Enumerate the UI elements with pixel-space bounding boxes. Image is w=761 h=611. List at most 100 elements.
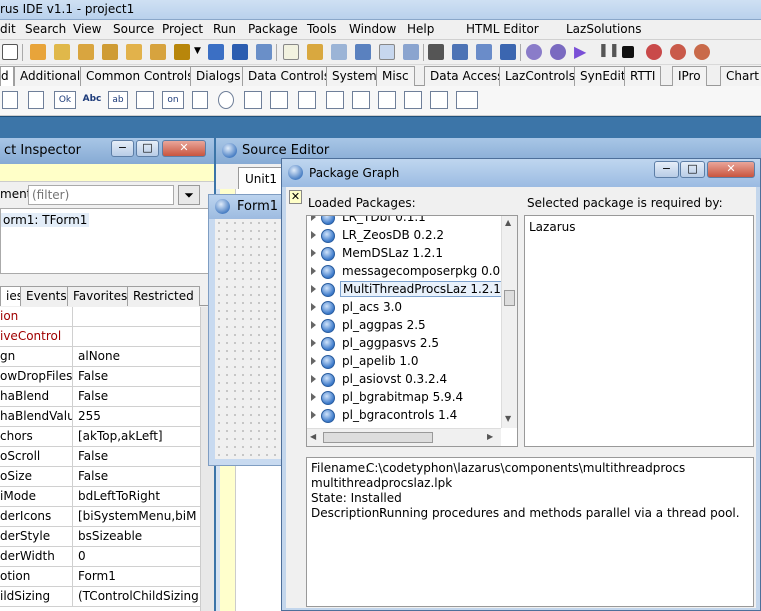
frame-component-icon[interactable] xyxy=(430,91,448,109)
expand-arrow-icon[interactable] xyxy=(311,339,316,347)
toggle-form-unit-icon[interactable] xyxy=(283,44,299,60)
step-out-icon[interactable] xyxy=(694,44,710,60)
build-icon[interactable] xyxy=(428,44,444,60)
menu-edit[interactable]: dit xyxy=(0,22,16,36)
property-row[interactable]: iveControl xyxy=(0,327,200,347)
expand-arrow-icon[interactable] xyxy=(311,393,316,401)
step-over-icon[interactable] xyxy=(670,44,686,60)
menu-project[interactable]: Project xyxy=(162,22,203,36)
component-filter-input[interactable] xyxy=(28,185,174,205)
palette-tab-data-access[interactable]: Data Access xyxy=(424,66,510,86)
palette-tab-dialogs[interactable]: Dialogs xyxy=(190,66,247,86)
dropdown-arrow-icon[interactable]: ▼ xyxy=(194,46,202,62)
property-row[interactable]: derWidth 0 xyxy=(0,547,200,567)
property-row[interactable]: owDropFiles False xyxy=(0,367,200,387)
palette-tab-common-controls[interactable]: Common Controls xyxy=(80,66,200,86)
palette-tab-additional[interactable]: Additional xyxy=(14,66,87,86)
expand-arrow-icon[interactable] xyxy=(311,285,316,293)
save-icon[interactable] xyxy=(208,44,224,60)
palette-tab-misc[interactable]: Misc xyxy=(376,66,415,86)
scroll-left-arrow-icon[interactable]: ◀ xyxy=(310,432,316,441)
add-to-project-icon[interactable] xyxy=(500,44,516,60)
filter-funnel-icon[interactable]: ⏷ xyxy=(178,185,200,205)
button-component-icon[interactable]: Ok xyxy=(54,91,76,109)
palette-tab-synedit[interactable]: SynEdit xyxy=(574,66,632,86)
property-row[interactable]: chors [akTop,akLeft] xyxy=(0,427,200,447)
packages-vertical-scrollbar[interactable]: ▲ ▼ xyxy=(501,216,517,428)
label-component-icon[interactable]: Abc xyxy=(80,91,104,109)
menu-tools[interactable]: Tools xyxy=(307,22,337,36)
checkgroup-component-icon[interactable] xyxy=(378,91,396,109)
close-panel-icon[interactable]: ✕ xyxy=(289,190,302,204)
property-row[interactable]: iMode bdLeftToRight xyxy=(0,487,200,507)
required-by-item[interactable]: Lazarus xyxy=(529,220,575,234)
tree-item-form1[interactable]: orm1: TForm1 xyxy=(1,213,90,227)
expand-arrow-icon[interactable] xyxy=(311,267,316,275)
package-options-icon[interactable] xyxy=(126,44,142,60)
combobox-component-icon[interactable] xyxy=(270,91,288,109)
expand-arrow-icon[interactable] xyxy=(311,231,316,239)
popupmenu-component-icon[interactable] xyxy=(28,91,44,109)
scroll-up-arrow-icon[interactable]: ▲ xyxy=(505,218,511,227)
radiogroup-component-icon[interactable] xyxy=(352,91,370,109)
menu-window[interactable]: Window xyxy=(349,22,396,36)
close-button[interactable]: ✕ xyxy=(707,161,755,178)
expand-arrow-icon[interactable] xyxy=(311,303,316,311)
menu-help[interactable]: Help xyxy=(407,22,434,36)
debug-icon[interactable] xyxy=(526,44,542,60)
scroll-down-arrow-icon[interactable]: ▼ xyxy=(505,414,511,423)
property-row[interactable]: haBlend False xyxy=(0,387,200,407)
expand-arrow-icon[interactable] xyxy=(311,216,316,221)
listbox-component-icon[interactable] xyxy=(244,91,262,109)
checkbox-component-icon[interactable] xyxy=(192,91,208,109)
save-all-icon[interactable] xyxy=(232,44,248,60)
expand-arrow-icon[interactable] xyxy=(311,249,316,257)
palette-tab-lazcontrols[interactable]: LazControls xyxy=(499,66,581,86)
component-tree[interactable]: orm1: TForm1 xyxy=(0,208,214,274)
property-row[interactable]: haBlendValue255 xyxy=(0,407,200,427)
palette-tab-system[interactable]: System xyxy=(326,66,383,86)
package-install-icon[interactable] xyxy=(102,44,118,60)
scroll-thumb[interactable] xyxy=(323,432,433,443)
palette-tab-rtti[interactable]: RTTI xyxy=(624,66,662,86)
view-forms-icon[interactable] xyxy=(331,44,347,60)
new-project-icon[interactable] xyxy=(403,44,419,60)
memo-component-icon[interactable] xyxy=(136,91,154,109)
menu-html-editor[interactable]: HTML Editor xyxy=(466,22,539,36)
minimize-button[interactable]: − xyxy=(654,161,679,178)
view-units-icon[interactable] xyxy=(307,44,323,60)
mainmenu-component-icon[interactable] xyxy=(2,91,18,109)
property-row[interactable]: oSize False xyxy=(0,467,200,487)
view-components-icon[interactable] xyxy=(355,44,371,60)
step-into-icon[interactable] xyxy=(646,44,662,60)
palette-tab-ipro[interactable]: IPro xyxy=(672,66,707,86)
stop-icon[interactable] xyxy=(622,46,634,58)
property-row[interactable]: derStyle bsSizeable xyxy=(0,527,200,547)
form1-design-surface[interactable] xyxy=(215,219,287,459)
loaded-packages-tree[interactable]: LR_TDbf 0.1.1 LR_ZeosDB 0.2.2 MemDSLaz 1… xyxy=(306,215,518,447)
actionlist-component-icon[interactable] xyxy=(456,91,478,109)
maximize-button[interactable]: □ xyxy=(136,140,159,157)
groupbox-component-icon[interactable] xyxy=(326,91,344,109)
packages-horizontal-scrollbar[interactable]: ◀ ▶ xyxy=(307,428,501,446)
pause-icon[interactable]: ❚❚ xyxy=(598,43,620,59)
menu-view[interactable]: View xyxy=(73,22,101,36)
close-file-icon[interactable] xyxy=(256,44,272,60)
expand-arrow-icon[interactable] xyxy=(311,411,316,419)
panel-component-icon[interactable] xyxy=(404,91,422,109)
tab-restricted[interactable]: Restricted xyxy=(127,286,200,306)
palette-tab-chart[interactable]: Chart xyxy=(720,66,761,86)
menu-package[interactable]: Package xyxy=(248,22,298,36)
menu-source[interactable]: Source xyxy=(113,22,154,36)
run-icon[interactable]: ▶ xyxy=(574,42,590,61)
property-row[interactable]: ion xyxy=(0,307,200,327)
radiobutton-component-icon[interactable] xyxy=(218,91,234,109)
palette-tab-standard[interactable]: d xyxy=(0,66,14,86)
expand-arrow-icon[interactable] xyxy=(311,321,316,329)
menu-search[interactable]: Search xyxy=(25,22,66,36)
minimize-button[interactable]: − xyxy=(111,140,134,157)
package-icon[interactable] xyxy=(54,44,70,60)
expand-arrow-icon[interactable] xyxy=(311,375,316,383)
package-graph-icon[interactable] xyxy=(150,44,166,60)
package-compile-icon[interactable] xyxy=(78,44,94,60)
